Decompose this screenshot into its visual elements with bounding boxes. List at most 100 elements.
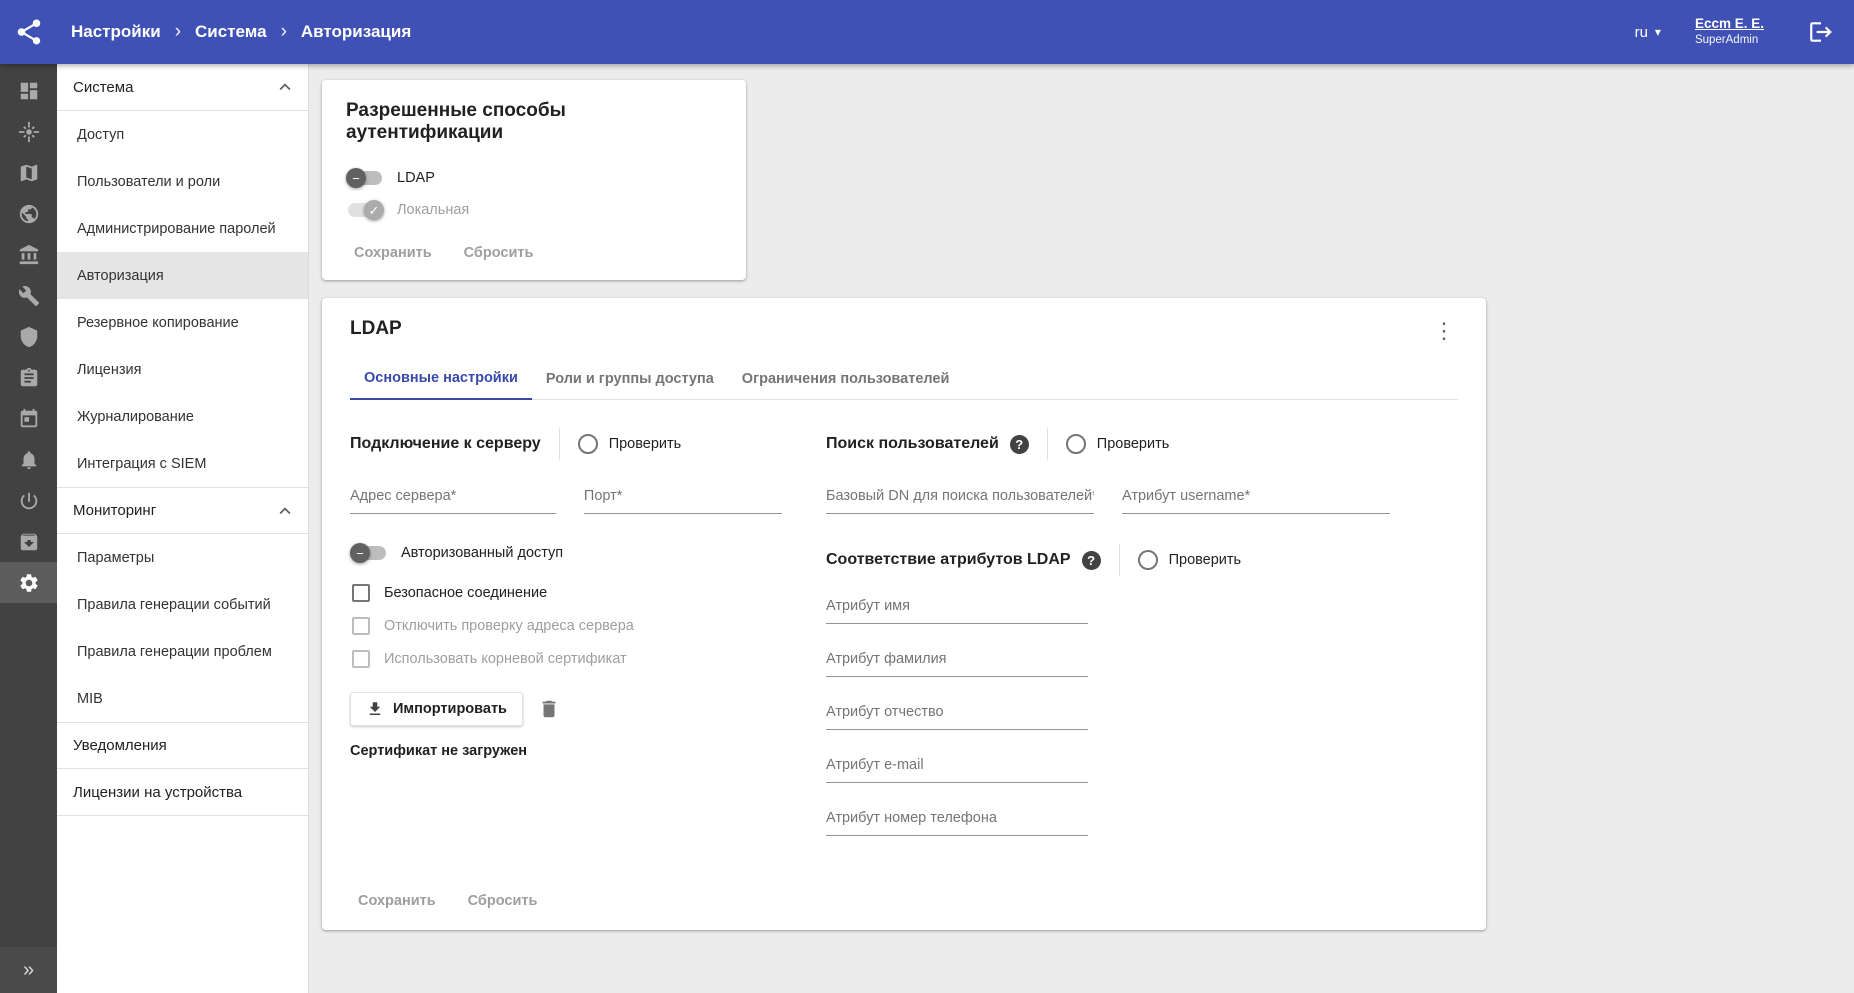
breadcrumb-authorization[interactable]: Авторизация <box>301 22 411 42</box>
radio-icon[interactable] <box>1066 434 1086 454</box>
sidebar-item-label: MIB <box>77 691 103 707</box>
help-icon[interactable]: ? <box>1082 551 1101 570</box>
server-address-input[interactable] <box>350 482 556 514</box>
first-name-attribute-input[interactable] <box>826 592 1088 624</box>
breadcrumb-separator-icon: › <box>281 21 287 43</box>
sidebar-item-siem[interactable]: Интеграция с SIEM <box>57 440 308 487</box>
sidebar-item-label: Пользователи и роли <box>77 174 220 190</box>
rail-item-network[interactable] <box>0 193 57 234</box>
sidebar-item-authorization[interactable]: Авторизация <box>57 252 308 299</box>
sidebar-group-system[interactable]: Система <box>57 64 308 111</box>
user-menu[interactable]: Eccm E. E. SuperAdmin <box>1695 16 1764 47</box>
connection-check-group[interactable]: Проверить <box>578 434 682 454</box>
sidebar-item-label: Резервное копирование <box>77 315 239 331</box>
sidebar-item-label: Уведомления <box>73 737 167 754</box>
delete-certificate-button[interactable] <box>538 698 560 720</box>
username-attribute-input[interactable] <box>1122 482 1390 514</box>
checkbox-icon[interactable] <box>352 650 370 668</box>
incidents-icon <box>18 121 40 143</box>
sidebar-item-logging[interactable]: Журналирование <box>57 393 308 440</box>
sidebar-item-label: Журналирование <box>77 409 194 425</box>
auth-reset-button[interactable]: Сбросить <box>456 236 542 270</box>
breadcrumb-system[interactable]: Система <box>195 22 267 42</box>
sidebar-item-label: Интеграция с SIEM <box>77 456 206 472</box>
rail-item-power[interactable] <box>0 480 57 521</box>
user-search-check-label: Проверить <box>1097 436 1170 452</box>
sidebar-item-parameters[interactable]: Параметры <box>57 534 308 581</box>
radio-icon[interactable] <box>1138 550 1158 570</box>
last-name-attribute-input[interactable] <box>826 645 1088 677</box>
help-icon[interactable]: ? <box>1010 435 1029 454</box>
ldap-save-button[interactable]: Сохранить <box>350 884 444 918</box>
ldap-toggle[interactable]: − <box>346 167 384 189</box>
import-certificate-button[interactable]: Импортировать <box>350 692 523 726</box>
logout-icon <box>1808 19 1834 45</box>
rail-item-datacenter[interactable] <box>0 234 57 275</box>
rail-item-settings[interactable] <box>0 562 57 603</box>
sidebar-item-access[interactable]: Доступ <box>57 111 308 158</box>
tab-user-restrictions[interactable]: Ограничения пользователей <box>728 358 964 400</box>
app-logo[interactable] <box>0 17 57 47</box>
sidebar-item-users-roles[interactable]: Пользователи и роли <box>57 158 308 205</box>
minus-icon: − <box>352 172 360 185</box>
attributes-check-group[interactable]: Проверить <box>1138 550 1242 570</box>
tab-roles-groups[interactable]: Роли и группы доступа <box>532 358 728 400</box>
calendar-icon <box>18 408 40 430</box>
rail-item-dashboard[interactable] <box>0 70 57 111</box>
sidebar-item-device-licenses[interactable]: Лицензии на устройства <box>57 769 308 816</box>
globe-icon <box>18 203 40 225</box>
middle-name-attribute-input[interactable] <box>826 698 1088 730</box>
rail-item-notifications[interactable] <box>0 439 57 480</box>
local-auth-toggle[interactable]: ✓ <box>346 199 384 221</box>
sidebar-group-monitoring[interactable]: Мониторинг <box>57 487 308 534</box>
rail-item-schedule[interactable] <box>0 398 57 439</box>
local-toggle-label: Локальная <box>397 202 469 218</box>
user-search-check-group[interactable]: Проверить <box>1066 434 1170 454</box>
power-icon <box>18 490 40 512</box>
sidebar-group-label: Система <box>73 79 133 96</box>
user-search-section-title: Поиск пользователей <box>826 435 999 453</box>
logout-button[interactable] <box>1808 19 1834 45</box>
breadcrumb-settings[interactable]: Настройки <box>71 22 161 42</box>
rail-item-archive[interactable] <box>0 521 57 562</box>
sidebar-item-event-rules[interactable]: Правила генерации событий <box>57 581 308 628</box>
chevron-down-icon: ▾ <box>1655 25 1661 39</box>
sidebar-item-password-admin[interactable]: Администрирование паролей <box>57 205 308 252</box>
tab-basic-settings[interactable]: Основные настройки <box>350 358 532 400</box>
vertical-divider <box>1119 544 1120 576</box>
secure-connection-checkbox-row[interactable]: Безопасное соединение <box>350 584 782 602</box>
shield-icon <box>18 326 40 348</box>
rail-item-tasks[interactable] <box>0 357 57 398</box>
minus-icon: − <box>356 547 364 560</box>
ldap-toggle-row: − LDAP <box>346 162 722 194</box>
rail-item-map[interactable] <box>0 152 57 193</box>
connection-section-title: Подключение к серверу <box>350 435 541 453</box>
breadcrumb-separator-icon: › <box>175 21 181 43</box>
rail-item-tools[interactable] <box>0 275 57 316</box>
checkbox-icon[interactable] <box>352 584 370 602</box>
root-certificate-checkbox-row[interactable]: Использовать корневой сертификат <box>350 650 782 668</box>
ldap-reset-button[interactable]: Сбросить <box>460 884 546 918</box>
root-certificate-label: Использовать корневой сертификат <box>384 651 627 667</box>
sidebar-item-backup[interactable]: Резервное копирование <box>57 299 308 346</box>
sidebar-item-license[interactable]: Лицензия <box>57 346 308 393</box>
dashboard-icon <box>18 80 40 102</box>
sidebar-item-problem-rules[interactable]: Правила генерации проблем <box>57 628 308 675</box>
kebab-menu-button[interactable]: ⋮ <box>1430 318 1458 342</box>
rail-item-incidents[interactable] <box>0 111 57 152</box>
skip-address-check-checkbox-row[interactable]: Отключить проверку адреса сервера <box>350 617 782 635</box>
radio-icon[interactable] <box>578 434 598 454</box>
language-selector[interactable]: ru ▾ <box>1635 24 1661 41</box>
datacenter-icon <box>18 244 40 266</box>
phone-attribute-input[interactable] <box>826 804 1088 836</box>
sidebar-item-mib[interactable]: MIB <box>57 675 308 722</box>
rail-item-security[interactable] <box>0 316 57 357</box>
auth-save-button[interactable]: Сохранить <box>346 236 440 270</box>
rail-expand-button[interactable]: » <box>0 947 57 993</box>
email-attribute-input[interactable] <box>826 751 1088 783</box>
authorized-access-toggle[interactable]: − <box>350 542 388 564</box>
port-input[interactable] <box>584 482 782 514</box>
checkbox-icon[interactable] <box>352 617 370 635</box>
sidebar-item-notifications[interactable]: Уведомления <box>57 722 308 769</box>
base-dn-input[interactable] <box>826 482 1094 514</box>
